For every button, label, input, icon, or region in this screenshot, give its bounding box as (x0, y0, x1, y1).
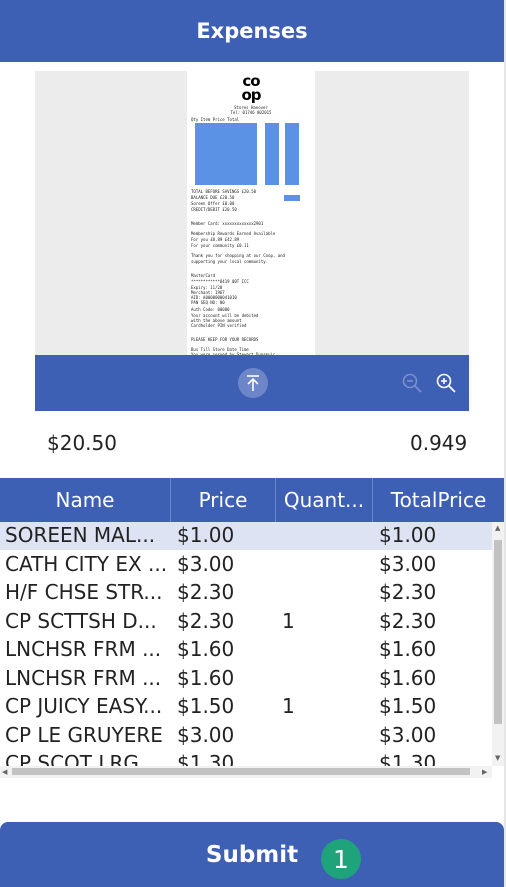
receipt-line: Soreen Offer £0.00 (191, 201, 235, 206)
receipt-line: supporting your local community. (191, 259, 269, 264)
zoom-out-icon (402, 373, 422, 393)
cell-quantity: 1 (282, 608, 295, 633)
zoom-in-icon (436, 373, 456, 393)
receipt-line: BALANCE DUE £20.50 (191, 195, 235, 200)
cell-totalprice: $1.60 (379, 637, 437, 661)
receipt-line: CREDIT/DEBIT £20.50 (191, 207, 237, 212)
table-row[interactable]: H/F CHSE STR... $2.30 $2.30 (0, 579, 492, 607)
cell-price: $2.30 (177, 580, 235, 604)
table-row[interactable]: CP LE GRUYERE $3.00 $3.00 (0, 722, 492, 750)
cell-totalprice: $1.00 (379, 523, 437, 547)
receipt-line: PAN SEQ NO: 00 (191, 300, 225, 305)
receipt-line: Member Card: xxxxxxxxxxxxx2901 (191, 221, 264, 226)
app-header: Expenses (0, 0, 504, 62)
page-title: Expenses (196, 19, 308, 43)
coop-logo: co op (241, 72, 261, 104)
cell-price: $3.00 (177, 551, 235, 576)
table-row[interactable]: SOREEN MAL... $1.00 $1.00 (0, 522, 492, 550)
scroll-up-arrow[interactable]: ▲ (495, 524, 500, 532)
receipt-line: PLEASE KEEP FOR YOUR RECORDS (191, 337, 259, 342)
table-row[interactable]: CP SCOT LRG ... $1.30 $1.30 (0, 750, 492, 766)
receipt-item-header: Qty Item Price Total (191, 117, 240, 122)
scroll-left-arrow[interactable]: ◀ (2, 768, 7, 776)
cell-name: CP SCTTSH D... (5, 608, 157, 633)
horizontal-scroll-thumb[interactable] (12, 768, 470, 775)
receipt-line: TOTAL BEFORE SAVINGS £20.50 (191, 189, 257, 194)
receipt-image-viewer[interactable]: co op Stores Hanover Tel: 01746 802015 Qt… (35, 71, 469, 411)
cell-name: H/F CHSE STR... (5, 580, 163, 604)
column-header-price[interactable]: Price (171, 478, 276, 522)
table-row[interactable]: CATH CITY EX ... $3.00 $3.00 (0, 551, 492, 579)
cell-price: $1.30 (177, 751, 235, 766)
cell-price: $2.30 (177, 608, 235, 633)
detected-totals-region (285, 123, 299, 185)
table-row[interactable]: CP JUICY EASY... $1.50 1 $1.50 (0, 693, 492, 721)
column-header-name[interactable]: Name (0, 478, 171, 522)
table-header: Name Price Quant... TotalPrice (0, 478, 504, 522)
cell-name: SOREEN MAL... (5, 523, 156, 547)
upload-button[interactable] (238, 368, 268, 398)
receipt-line: For your community £0.11 (191, 243, 249, 248)
cell-totalprice: $3.00 (379, 551, 437, 576)
receipt-line: MasterCard (191, 273, 216, 278)
cell-price: $3.00 (177, 722, 235, 747)
receipt-line: For you £0.89 £42.89 (191, 237, 240, 242)
table-row[interactable]: LNCHSR FRM ... $1.60 $1.60 (0, 636, 492, 664)
receipt-line: Cardholder PIN verified (191, 323, 247, 328)
column-header-quantity[interactable]: Quant... (276, 478, 373, 522)
scroll-right-arrow[interactable]: ▶ (482, 768, 487, 776)
zoom-in-button[interactable] (434, 371, 458, 395)
step-badge: 1 (321, 839, 361, 879)
vertical-scrollbar[interactable]: ▲ ▼ (492, 522, 504, 766)
cell-totalprice: $2.30 (379, 608, 437, 633)
table-body: SOREEN MAL... $1.00 $1.00 CATH CITY EX ... $… (0, 522, 492, 766)
table-row[interactable]: CP SCTTSH D... $2.30 1 $2.30 (0, 608, 492, 636)
column-header-totalprice[interactable]: TotalPrice (373, 478, 504, 522)
cell-price: $1.60 (177, 665, 235, 690)
cell-name: CP SCOT LRG ... (5, 751, 165, 766)
cell-totalprice: $2.30 (379, 580, 437, 604)
cell-price: $1.60 (177, 637, 235, 661)
cell-name: CP JUICY EASY... (5, 694, 163, 718)
cell-price: $1.00 (177, 523, 235, 547)
detected-prices-region (265, 123, 279, 185)
receipt-line: Membership Rewards Earned Available (191, 231, 276, 236)
upload-icon (247, 375, 259, 391)
horizontal-scrollbar[interactable]: ◀ ▶ (0, 766, 492, 778)
detected-balance-region (284, 195, 300, 201)
viewer-toolbar (35, 355, 469, 411)
cell-totalprice: $1.50 (379, 694, 437, 718)
submit-label: Submit (205, 841, 299, 868)
cell-totalprice: $1.30 (379, 751, 437, 766)
total-amount: $20.50 (47, 431, 117, 455)
receipt-store-info: Stores Hanover Tel: 01746 802015 (187, 105, 315, 115)
receipt-image: co op Stores Hanover Tel: 01746 802015 Qt… (187, 71, 315, 355)
cell-name: LNCHSR FRM ... (5, 637, 162, 661)
confidence-score: 0.949 (410, 431, 468, 455)
zoom-out-button[interactable] (400, 371, 424, 395)
cell-name: LNCHSR FRM ... (5, 665, 162, 690)
receipt-line: Thank you for shopping at our Coop, and (191, 253, 285, 258)
receipt-line: Auth Code: 00000 (191, 307, 230, 312)
receipt-store-line: Tel: 01746 802015 (230, 110, 272, 115)
vertical-scroll-thumb[interactable] (494, 540, 502, 724)
cell-name: CP LE GRUYERE (5, 722, 163, 747)
cell-quantity: 1 (282, 694, 295, 718)
receipt-line: ************8419 00T ICC (191, 279, 249, 284)
cell-totalprice: $3.00 (379, 722, 437, 747)
submit-button[interactable]: Submit (0, 822, 504, 887)
scroll-down-arrow[interactable]: ▼ (495, 754, 500, 762)
cell-name: CATH CITY EX ... (5, 551, 167, 576)
detected-names-region (195, 123, 257, 185)
cell-price: $1.50 (177, 694, 235, 718)
cell-totalprice: $1.60 (379, 665, 437, 690)
table-row[interactable]: LNCHSR FRM ... $1.60 $1.60 (0, 665, 492, 693)
